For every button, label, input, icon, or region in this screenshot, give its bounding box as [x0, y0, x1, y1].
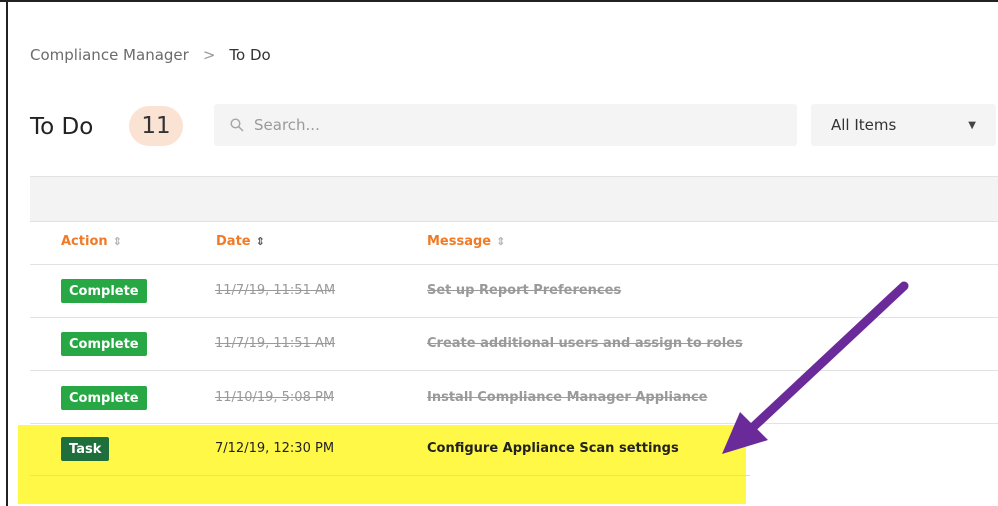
annotation-arrow-icon	[722, 281, 909, 454]
